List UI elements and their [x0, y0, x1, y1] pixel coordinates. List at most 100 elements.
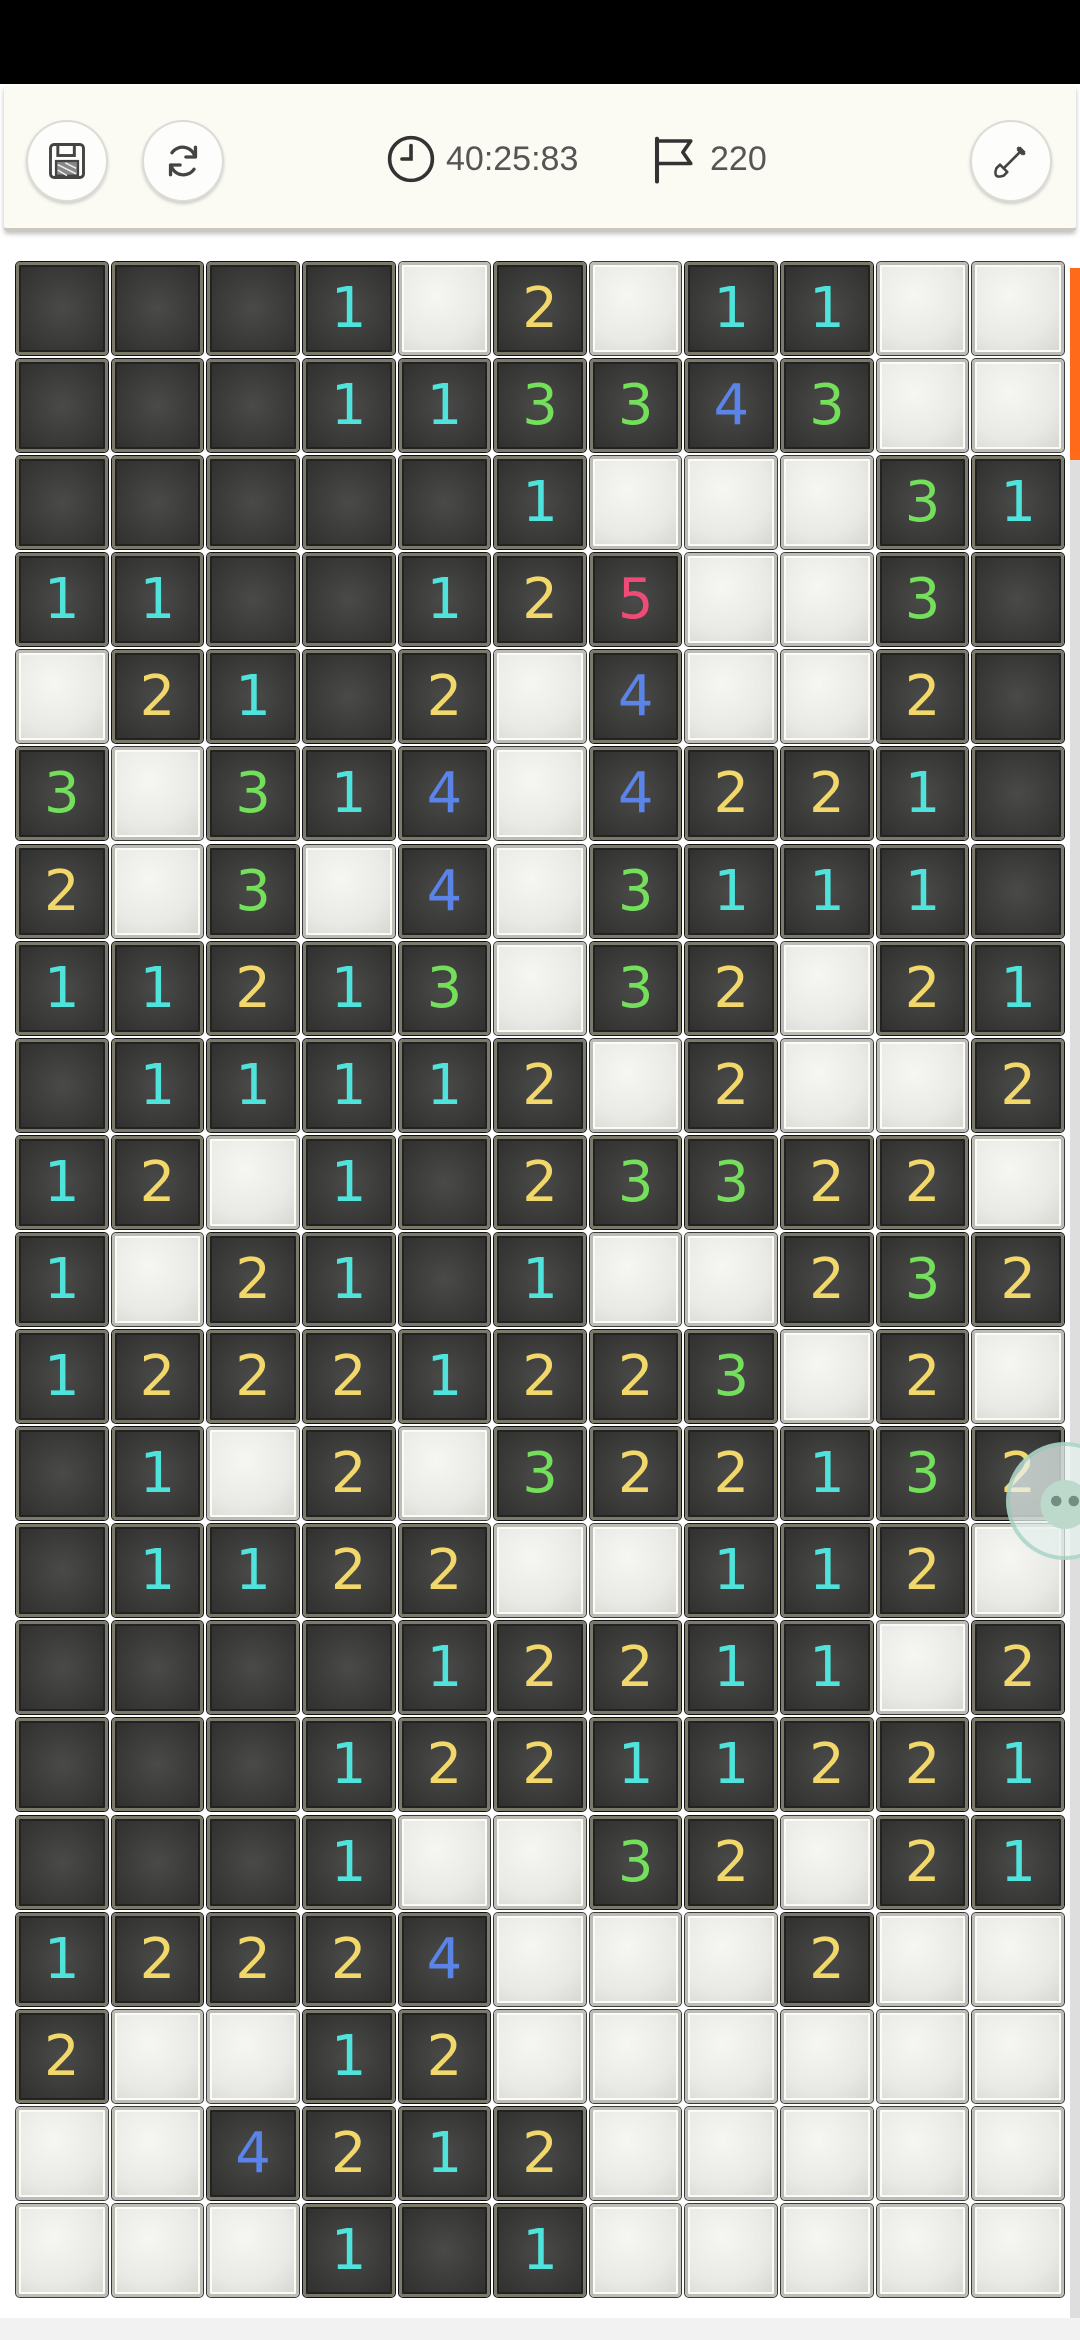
number-cell[interactable]: 2 [398, 1718, 491, 1812]
unrevealed-cell[interactable] [972, 262, 1065, 355]
number-cell[interactable]: 5 [589, 553, 682, 647]
number-cell[interactable]: 1 [876, 747, 969, 841]
unrevealed-cell[interactable] [398, 1427, 491, 1521]
empty-cell[interactable] [972, 747, 1065, 841]
dig-mode-button[interactable] [970, 120, 1052, 202]
number-cell[interactable]: 2 [972, 1232, 1065, 1326]
number-cell[interactable]: 2 [876, 1524, 969, 1618]
empty-cell[interactable] [16, 456, 108, 550]
unrevealed-cell[interactable] [876, 2106, 969, 2200]
number-cell[interactable]: 2 [302, 1524, 395, 1618]
number-cell[interactable]: 2 [111, 1330, 204, 1424]
number-cell[interactable]: 1 [302, 1135, 395, 1229]
number-cell[interactable]: 1 [302, 1718, 395, 1812]
number-cell[interactable]: 2 [207, 1232, 299, 1326]
number-cell[interactable]: 1 [302, 262, 395, 355]
number-cell[interactable]: 2 [781, 1232, 873, 1326]
empty-cell[interactable] [207, 1718, 299, 1812]
unrevealed-cell[interactable] [685, 650, 778, 744]
unrevealed-cell[interactable] [589, 2106, 682, 2200]
unrevealed-cell[interactable] [494, 2009, 586, 2103]
number-cell[interactable]: 2 [685, 747, 778, 841]
unrevealed-cell[interactable] [685, 2203, 778, 2297]
unrevealed-cell[interactable] [111, 747, 204, 841]
number-cell[interactable]: 1 [16, 1135, 108, 1229]
number-cell[interactable]: 2 [494, 553, 586, 647]
unrevealed-cell[interactable] [589, 1038, 682, 1132]
unrevealed-cell[interactable] [207, 2203, 299, 2297]
number-cell[interactable]: 4 [398, 844, 491, 938]
empty-cell[interactable] [972, 650, 1065, 744]
number-cell[interactable]: 2 [589, 1621, 682, 1715]
empty-cell[interactable] [111, 359, 204, 453]
scrollbar-track[interactable] [1070, 460, 1080, 2330]
number-cell[interactable]: 3 [398, 941, 491, 1035]
number-cell[interactable]: 3 [589, 1135, 682, 1229]
unrevealed-cell[interactable] [685, 456, 778, 550]
number-cell[interactable]: 1 [494, 456, 586, 550]
number-cell[interactable]: 3 [876, 1427, 969, 1521]
empty-cell[interactable] [111, 1815, 204, 1909]
number-cell[interactable]: 1 [398, 2106, 491, 2200]
number-cell[interactable]: 2 [685, 1815, 778, 1909]
unrevealed-cell[interactable] [685, 2009, 778, 2103]
empty-cell[interactable] [972, 553, 1065, 647]
number-cell[interactable]: 1 [111, 1038, 204, 1132]
number-cell[interactable]: 1 [589, 1718, 682, 1812]
number-cell[interactable]: 1 [781, 1524, 873, 1618]
number-cell[interactable]: 2 [398, 1524, 491, 1618]
number-cell[interactable]: 3 [685, 1330, 778, 1424]
unrevealed-cell[interactable] [398, 1815, 491, 1909]
unrevealed-cell[interactable] [589, 1524, 682, 1618]
empty-cell[interactable] [16, 1038, 108, 1132]
number-cell[interactable]: 1 [685, 262, 778, 355]
unrevealed-cell[interactable] [781, 941, 873, 1035]
number-cell[interactable]: 1 [111, 553, 204, 647]
empty-cell[interactable] [16, 262, 108, 355]
number-cell[interactable]: 3 [589, 844, 682, 938]
unrevealed-cell[interactable] [207, 1135, 299, 1229]
empty-cell[interactable] [16, 359, 108, 453]
empty-cell[interactable] [302, 1621, 395, 1715]
unrevealed-cell[interactable] [876, 1038, 969, 1132]
empty-cell[interactable] [398, 1232, 491, 1326]
empty-cell[interactable] [16, 1427, 108, 1521]
number-cell[interactable]: 2 [589, 1330, 682, 1424]
unrevealed-cell[interactable] [207, 2009, 299, 2103]
unrevealed-cell[interactable] [302, 844, 395, 938]
number-cell[interactable]: 3 [876, 1232, 969, 1326]
number-cell[interactable]: 2 [876, 1718, 969, 1812]
number-cell[interactable]: 3 [589, 359, 682, 453]
number-cell[interactable]: 1 [781, 262, 873, 355]
number-cell[interactable]: 2 [398, 650, 491, 744]
number-cell[interactable]: 2 [685, 941, 778, 1035]
unrevealed-cell[interactable] [781, 2203, 873, 2297]
unrevealed-cell[interactable] [781, 2106, 873, 2200]
empty-cell[interactable] [111, 1718, 204, 1812]
number-cell[interactable]: 2 [972, 1621, 1065, 1715]
empty-cell[interactable] [16, 1621, 108, 1715]
restart-button[interactable] [142, 120, 224, 202]
number-cell[interactable]: 2 [16, 844, 108, 938]
unrevealed-cell[interactable] [111, 844, 204, 938]
empty-cell[interactable] [207, 262, 299, 355]
number-cell[interactable]: 2 [876, 941, 969, 1035]
number-cell[interactable]: 1 [398, 553, 491, 647]
number-cell[interactable]: 3 [207, 844, 299, 938]
unrevealed-cell[interactable] [972, 1912, 1065, 2006]
unrevealed-cell[interactable] [972, 2009, 1065, 2103]
number-cell[interactable]: 2 [494, 1621, 586, 1715]
unrevealed-cell[interactable] [111, 2106, 204, 2200]
unrevealed-cell[interactable] [685, 553, 778, 647]
number-cell[interactable]: 1 [781, 1427, 873, 1521]
number-cell[interactable]: 1 [972, 1815, 1065, 1909]
unrevealed-cell[interactable] [972, 2106, 1065, 2200]
unrevealed-cell[interactable] [972, 1135, 1065, 1229]
number-cell[interactable]: 1 [207, 650, 299, 744]
number-cell[interactable]: 2 [781, 1718, 873, 1812]
number-cell[interactable]: 3 [16, 747, 108, 841]
unrevealed-cell[interactable] [589, 1232, 682, 1326]
number-cell[interactable]: 1 [16, 1912, 108, 2006]
number-cell[interactable]: 2 [302, 1330, 395, 1424]
number-cell[interactable]: 2 [111, 650, 204, 744]
